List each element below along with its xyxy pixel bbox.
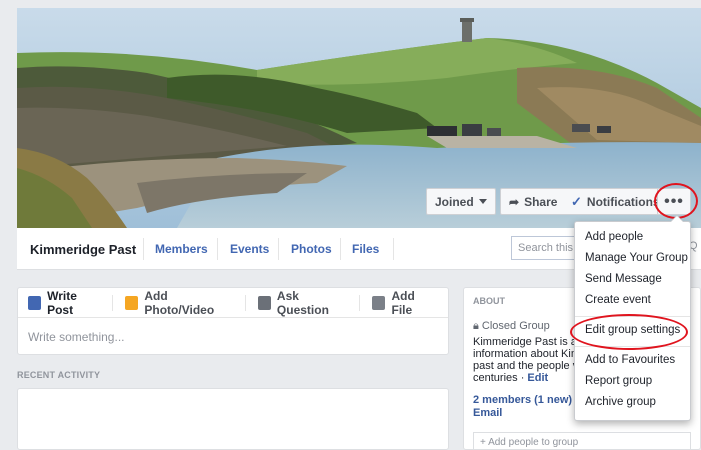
composer-divider — [359, 294, 361, 311]
tab-photos[interactable]: Photos — [291, 242, 332, 256]
ask-question-label: Ask Question — [276, 288, 329, 317]
chevron-down-icon — [478, 199, 487, 204]
menu-item-create-event[interactable]: Create event — [575, 291, 690, 312]
add-photo-video-tab[interactable]: Add Photo/Video — [125, 289, 246, 317]
pencil-icon — [28, 295, 42, 310]
menu-item-add-people[interactable]: Add people — [575, 228, 690, 249]
post-composer: Write Post Add Photo/Video Ask Question … — [17, 287, 449, 355]
write-post-label: Write Post — [47, 288, 77, 317]
recent-activity-heading: RECENT ACTIVITY — [17, 370, 101, 380]
add-file-label: Add File — [391, 288, 415, 317]
question-list-icon — [257, 295, 271, 310]
more-icon: ••• — [664, 192, 684, 210]
more-options-button[interactable]: ••• — [657, 188, 691, 215]
menu-item-edit-group-settings[interactable]: Edit group settings — [575, 321, 690, 342]
composer-divider — [244, 294, 246, 311]
write-post-tab[interactable]: Write Post — [28, 288, 114, 317]
nav-divider — [278, 238, 279, 260]
lock-icon: 🔒︎ — [473, 320, 479, 332]
menu-item-add-to-favourites[interactable]: Add to Favourites — [575, 351, 690, 372]
check-icon: ✓ — [571, 193, 582, 209]
notifications-label: Notifications — [586, 194, 660, 209]
tab-members[interactable]: Members — [155, 242, 208, 256]
more-options-menu: Add people Manage Your Group Send Messag… — [574, 215, 691, 421]
menu-item-archive-group[interactable]: Archive group — [575, 393, 690, 414]
add-people-input[interactable]: + Add people to group — [473, 432, 691, 449]
edit-description-link[interactable]: Edit — [527, 372, 548, 384]
share-label: Share — [524, 194, 558, 209]
nav-divider — [340, 238, 341, 260]
notifications-button[interactable]: ✓ Notifications — [563, 188, 669, 215]
nav-divider — [217, 238, 218, 260]
menu-item-send-message[interactable]: Send Message — [575, 270, 690, 291]
menu-notch-inner — [671, 216, 683, 222]
joined-button[interactable]: Joined — [426, 188, 496, 215]
nav-divider — [143, 238, 144, 260]
ask-question-tab[interactable]: Ask Question — [257, 288, 361, 317]
share-icon: ➦ — [509, 194, 520, 209]
description-line: centuries · — [473, 372, 525, 384]
photo-icon — [125, 295, 139, 310]
tab-events[interactable]: Events — [230, 242, 269, 256]
share-button[interactable]: ➦ Share — [500, 188, 567, 215]
joined-label: Joined — [435, 194, 474, 209]
menu-item-manage-group[interactable]: Manage Your Group — [575, 249, 690, 270]
menu-divider — [575, 346, 690, 347]
file-icon — [372, 295, 386, 310]
nav-divider — [393, 238, 394, 260]
composer-tabs: Write Post Add Photo/Video Ask Question … — [18, 288, 448, 318]
menu-divider — [575, 316, 690, 317]
composer-divider — [112, 294, 114, 311]
add-file-tab[interactable]: Add File — [372, 289, 436, 317]
composer-input[interactable]: Write something... — [18, 318, 448, 356]
menu-item-report-group[interactable]: Report group — [575, 372, 690, 393]
add-photo-video-label: Add Photo/Video — [144, 288, 215, 317]
recent-activity-panel — [17, 388, 449, 450]
group-name[interactable]: Kimmeridge Past — [30, 242, 136, 257]
tab-files[interactable]: Files — [352, 242, 379, 256]
group-privacy-label: Closed Group — [481, 320, 550, 332]
